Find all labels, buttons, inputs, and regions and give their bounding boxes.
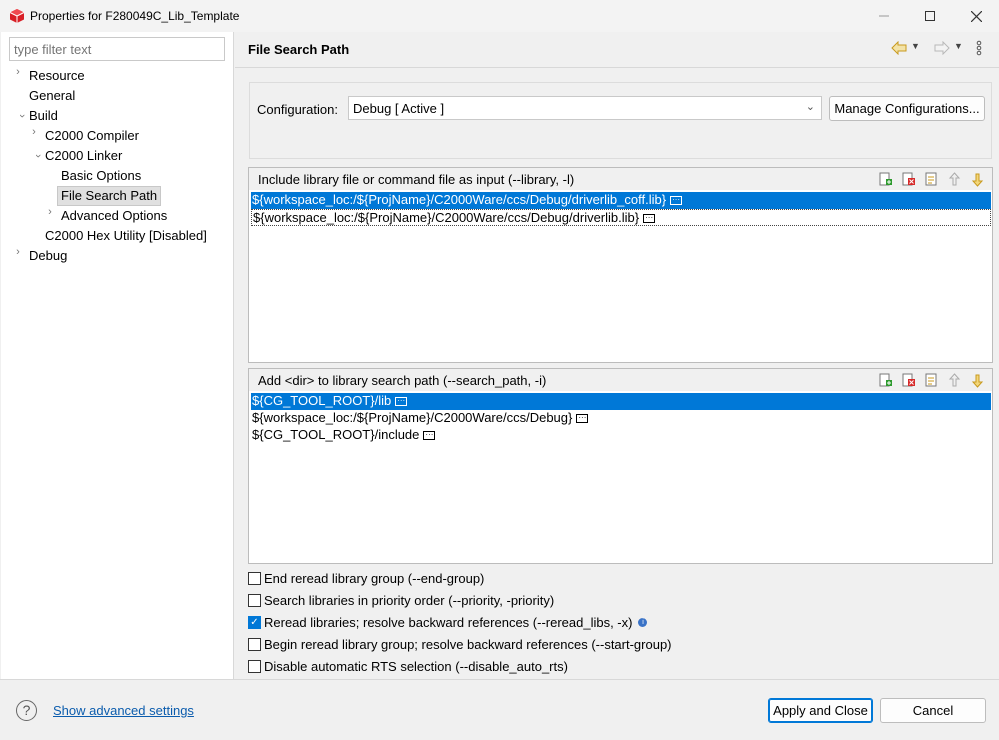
tree-item-c2000-linker[interactable]: C2000 Linker [45,146,122,166]
tree-item-resource[interactable]: Resource [29,66,85,86]
close-button[interactable] [953,0,999,32]
priority-option[interactable]: Search libraries in priority order (--pr… [248,591,554,609]
move-up-icon[interactable] [946,372,963,389]
reread-libs-checkbox[interactable]: ✓ [248,615,261,629]
disable-auto-rts-checkbox[interactable] [248,659,261,673]
back-arrow-icon[interactable] [891,41,907,55]
configuration-label: Configuration: [257,102,338,117]
list-item-text: ${CG_TOOL_ROOT}/lib [252,393,392,408]
start-group-label: Begin reread library group; resolve back… [264,636,672,652]
back-dropdown-icon[interactable]: ▼ [911,41,920,51]
tree-item-build[interactable]: Build [29,106,58,126]
title-bar: Properties for F280049C_Lib_Template [0,0,999,32]
maximize-button[interactable] [907,0,953,32]
chevron-right-icon[interactable]: › [13,66,23,86]
list-item-text: ${workspace_loc:/${ProjName}/C2000Ware/c… [253,210,640,225]
cancel-button[interactable]: Cancel [880,698,986,723]
list-item[interactable]: ${workspace_loc:/${ProjName}/C2000Ware/c… [251,410,991,427]
maximize-icon [925,11,935,21]
property-page: File Search Path ▼ ▼ Configuration: Debu… [235,32,999,679]
library-files-list: Include library file or command file as … [248,167,993,363]
move-down-icon[interactable] [969,171,986,188]
info-icon[interactable]: i [638,617,648,627]
library-files-header: Include library file or command file as … [249,168,992,190]
chevron-right-icon[interactable]: › [13,246,23,266]
filter-input[interactable] [9,37,225,61]
tree-item-basic-options[interactable]: Basic Options [61,166,141,186]
list-item[interactable]: ${CG_TOOL_ROOT}/include ··· [251,427,991,444]
show-advanced-settings-link[interactable]: Show advanced settings [53,703,194,718]
forward-dropdown-icon[interactable]: ▼ [954,41,963,51]
reread-libs-label: Reread libraries; resolve backward refer… [264,614,633,630]
search-path-label: Add <dir> to library search path (--sear… [258,373,547,388]
start-group-checkbox[interactable] [248,637,261,651]
end-group-option[interactable]: End reread library group (--end-group) [248,569,484,587]
chevron-right-icon[interactable]: › [29,126,39,146]
tree-item-file-search-path[interactable]: File Search Path [57,186,162,206]
edit-icon[interactable] [923,171,940,188]
ccs-app-icon [9,9,25,23]
page-title: File Search Path [248,42,350,57]
search-path-header: Add <dir> to library search path (--sear… [249,369,992,391]
manage-configurations-button[interactable]: Manage Configurations... [829,96,985,121]
more-icon[interactable]: ··· [576,414,589,424]
help-icon[interactable]: ? [16,700,37,721]
apply-and-close-button[interactable]: Apply and Close [768,698,873,723]
delete-icon[interactable] [900,372,917,389]
configuration-value: Debug [ Active ] [353,101,445,116]
more-options-icon[interactable] [975,40,983,56]
tree-item-c2000-compiler[interactable]: C2000 Compiler [45,126,139,146]
search-path-toolbar [877,372,986,389]
list-item[interactable]: ${workspace_loc:/${ProjName}/C2000Ware/c… [251,209,991,226]
search-path-list: Add <dir> to library search path (--sear… [248,368,993,564]
close-icon [970,10,982,22]
tree-item-debug[interactable]: Debug [29,246,67,266]
properties-dialog: › Resource General › Build › C2000 Compi… [0,32,999,740]
add-icon[interactable] [877,171,894,188]
tree-item-advanced-options[interactable]: Advanced Options [61,206,167,226]
page-navigation: ▼ ▼ [891,40,991,60]
library-files-toolbar [877,171,986,188]
forward-arrow-icon[interactable] [934,41,950,55]
chevron-right-icon[interactable]: › [45,206,55,226]
tree-item-c2000-hex-utility[interactable]: C2000 Hex Utility [Disabled] [45,226,207,246]
list-item-text: ${workspace_loc:/${ProjName}/C2000Ware/c… [252,410,573,425]
move-down-icon[interactable] [969,372,986,389]
chevron-down-icon: ⌄ [805,101,815,113]
title-separator [235,67,999,68]
minimize-icon [879,15,889,17]
properties-tree-panel: › Resource General › Build › C2000 Compi… [1,32,234,679]
add-icon[interactable] [877,372,894,389]
more-icon[interactable]: ··· [643,214,656,224]
window-title: Properties for F280049C_Lib_Template [30,9,240,23]
move-up-icon[interactable] [946,171,963,188]
tree-item-general[interactable]: General [29,86,75,106]
more-icon[interactable]: ··· [395,397,408,407]
chevron-down-icon[interactable]: › [8,111,28,121]
more-icon[interactable]: ··· [423,431,436,441]
disable-auto-rts-label: Disable automatic RTS selection (--disab… [264,658,568,674]
delete-icon[interactable] [900,171,917,188]
list-item-text: ${workspace_loc:/${ProjName}/C2000Ware/c… [252,192,667,207]
reread-libs-option[interactable]: ✓ Reread libraries; resolve backward ref… [248,613,648,631]
minimize-button[interactable] [861,0,907,32]
list-item[interactable]: ${CG_TOOL_ROOT}/lib ··· [251,393,991,410]
chevron-down-icon[interactable]: › [24,151,44,161]
more-icon[interactable]: ··· [670,196,683,206]
end-group-label: End reread library group (--end-group) [264,570,485,586]
configuration-group: Configuration: Debug [ Active ] ⌄ Manage… [249,82,992,159]
end-group-checkbox[interactable] [248,571,261,585]
priority-checkbox[interactable] [248,593,261,607]
list-item[interactable]: ${workspace_loc:/${ProjName}/C2000Ware/c… [251,192,991,209]
list-item-text: ${CG_TOOL_ROOT}/include [252,427,420,442]
library-files-label: Include library file or command file as … [258,172,575,187]
disable-auto-rts-option[interactable]: Disable automatic RTS selection (--disab… [248,657,568,675]
priority-label: Search libraries in priority order (--pr… [264,592,555,608]
configuration-dropdown[interactable]: Debug [ Active ] ⌄ [348,96,822,120]
edit-icon[interactable] [923,372,940,389]
start-group-option[interactable]: Begin reread library group; resolve back… [248,635,672,653]
dialog-button-bar: ? Show advanced settings Apply and Close… [0,679,999,740]
